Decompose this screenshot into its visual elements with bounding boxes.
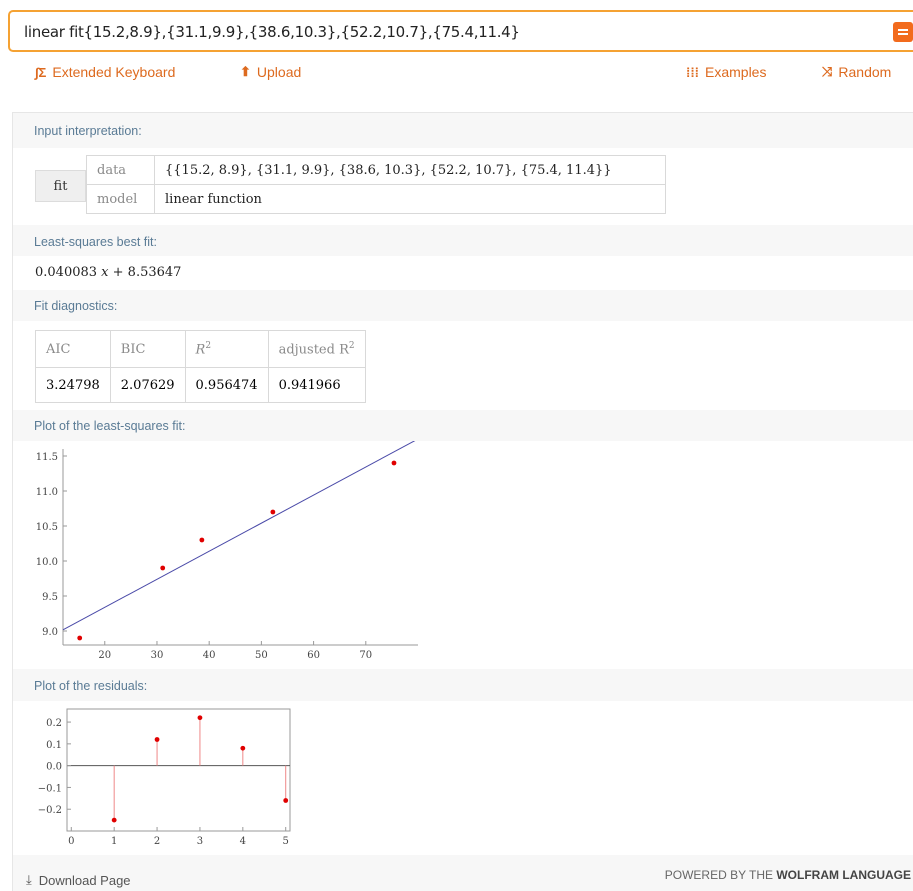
- extended-keyboard-label: Extended Keyboard: [52, 64, 176, 80]
- powered-by-brand: WOLFRAM LANGUAGE: [776, 868, 911, 882]
- input-interpretation-title: Input interpretation:: [34, 124, 142, 138]
- data-point: [270, 509, 276, 515]
- data-point: [77, 635, 83, 641]
- fit-cell: fit: [35, 170, 86, 202]
- download-page-link[interactable]: ⤓ Download Page: [26, 872, 131, 888]
- residual-chart: 0.2 0.1 0.0 −0.1 −0.2 0 1 2 3 4 5: [38, 708, 291, 847]
- extended-keyboard-button[interactable]: ∫Σ Extended Keyboard: [35, 64, 175, 80]
- grid-icon: ⁞⁞⁞: [686, 64, 699, 80]
- formula-intercept: + 8.53647: [112, 265, 182, 280]
- fit-chart: 9.0 9.5 10.0 10.5 11.0 11.5 20 30 40 50 60 70: [36, 441, 418, 661]
- aic-header: AIC: [35, 330, 111, 368]
- interpretation-table: data {{15.2, 8.9}, {31.1, 9.9}, {38.6, 1…: [86, 155, 666, 214]
- x-tick-label: 40: [203, 650, 216, 661]
- table-row: 3.24798 2.07629 0.956474 0.941966: [35, 367, 366, 403]
- download-label: Download Page: [38, 872, 131, 888]
- shuffle-icon: ⤨: [822, 64, 833, 79]
- bic-header: BIC: [109, 330, 186, 368]
- x-tick-label: 5: [283, 836, 289, 847]
- upload-icon: ⬆: [240, 64, 251, 79]
- x-tick-label: 20: [98, 650, 111, 661]
- residual-point: [197, 715, 203, 721]
- y-tick-label: −0.1: [38, 783, 62, 794]
- examples-label: Examples: [705, 64, 767, 80]
- formula-variable: x: [101, 265, 109, 280]
- formula-coefficient: 0.040083: [35, 265, 98, 280]
- residual-point: [154, 737, 160, 742]
- aic-value: 3.24798: [35, 367, 111, 403]
- row-key: model: [86, 184, 155, 214]
- data-point: [160, 565, 166, 571]
- upload-label: Upload: [256, 64, 302, 80]
- table-row: data {{15.2, 8.9}, {31.1, 9.9}, {38.6, 1…: [86, 155, 666, 185]
- table-row: model linear function: [86, 184, 666, 214]
- residual-point: [240, 745, 246, 751]
- table-header-row: AIC BIC R2 adjusted R2: [35, 330, 366, 368]
- fit-line: [62, 441, 416, 631]
- data-point: [391, 460, 397, 466]
- y-tick-label: 11.5: [36, 452, 58, 463]
- adjusted-r-squared-header: adjusted R2: [267, 330, 366, 368]
- residual-plot-title: Plot of the residuals:: [34, 679, 148, 693]
- x-tick-label: 50: [255, 650, 268, 661]
- keyboard-icon: ∫Σ: [35, 64, 47, 80]
- y-tick-label: −0.2: [38, 805, 62, 816]
- fit-diagnostics-title: Fit diagnostics:: [34, 299, 118, 313]
- y-tick-label: 10.0: [36, 557, 58, 568]
- x-tick-label: 70: [359, 650, 372, 661]
- y-tick-label: 0.1: [46, 740, 62, 751]
- examples-button[interactable]: ⁞⁞⁞ Examples: [686, 64, 766, 80]
- download-icon: ⤓: [26, 872, 32, 887]
- y-tick-label: 11.0: [36, 487, 58, 498]
- plot-frame: [66, 708, 291, 832]
- data-point: [199, 537, 205, 543]
- row-key: data: [86, 155, 155, 185]
- bic-value: 2.07629: [109, 367, 186, 403]
- y-tick-label: 9.5: [42, 592, 58, 603]
- search-input[interactable]: linear fit{15.2,8.9},{31.1,9.9},{38.6,10…: [24, 23, 520, 41]
- upload-button[interactable]: ⬆ Upload: [240, 64, 301, 80]
- y-tick-label: 0.0: [46, 762, 62, 773]
- x-tick-label: 4: [240, 836, 246, 847]
- row-value: linear function: [154, 184, 666, 214]
- powered-by: POWERED BY THE WOLFRAM LANGUAGE: [665, 868, 911, 882]
- y-tick-label: 0.2: [46, 718, 62, 729]
- x-tick-label: 0: [68, 836, 74, 847]
- x-tick-label: 1: [111, 836, 117, 847]
- random-label: Random: [838, 64, 892, 80]
- powered-by-prefix: POWERED BY THE: [664, 868, 773, 882]
- x-tick-label: 2: [154, 836, 160, 847]
- residual-point: [111, 817, 117, 823]
- compute-button[interactable]: [893, 22, 913, 42]
- row-value: {{15.2, 8.9}, {31.1, 9.9}, {38.6, 10.3},…: [154, 155, 666, 185]
- search-bar[interactable]: linear fit{15.2,8.9},{31.1,9.9},{38.6,10…: [8, 10, 913, 52]
- adjusted-r-squared-value: 0.941966: [267, 367, 366, 403]
- random-button[interactable]: ⤨ Random: [822, 64, 891, 80]
- x-tick-label: 30: [151, 650, 164, 661]
- y-tick-label: 9.0: [42, 627, 58, 638]
- best-fit-title: Least-squares best fit:: [34, 235, 157, 249]
- diagnostics-table: AIC BIC R2 adjusted R2 3.24798 2.07629 0…: [35, 330, 366, 403]
- x-tick-label: 3: [197, 836, 203, 847]
- r-squared-header: R2: [184, 330, 269, 368]
- residual-point: [283, 798, 289, 803]
- x-tick-label: 60: [307, 650, 320, 661]
- y-tick-label: 10.5: [36, 522, 58, 533]
- best-fit-formula: 0.040083 x + 8.53647: [35, 265, 181, 280]
- r-squared-value: 0.956474: [184, 367, 269, 403]
- fit-plot-title: Plot of the least-squares fit:: [34, 419, 186, 433]
